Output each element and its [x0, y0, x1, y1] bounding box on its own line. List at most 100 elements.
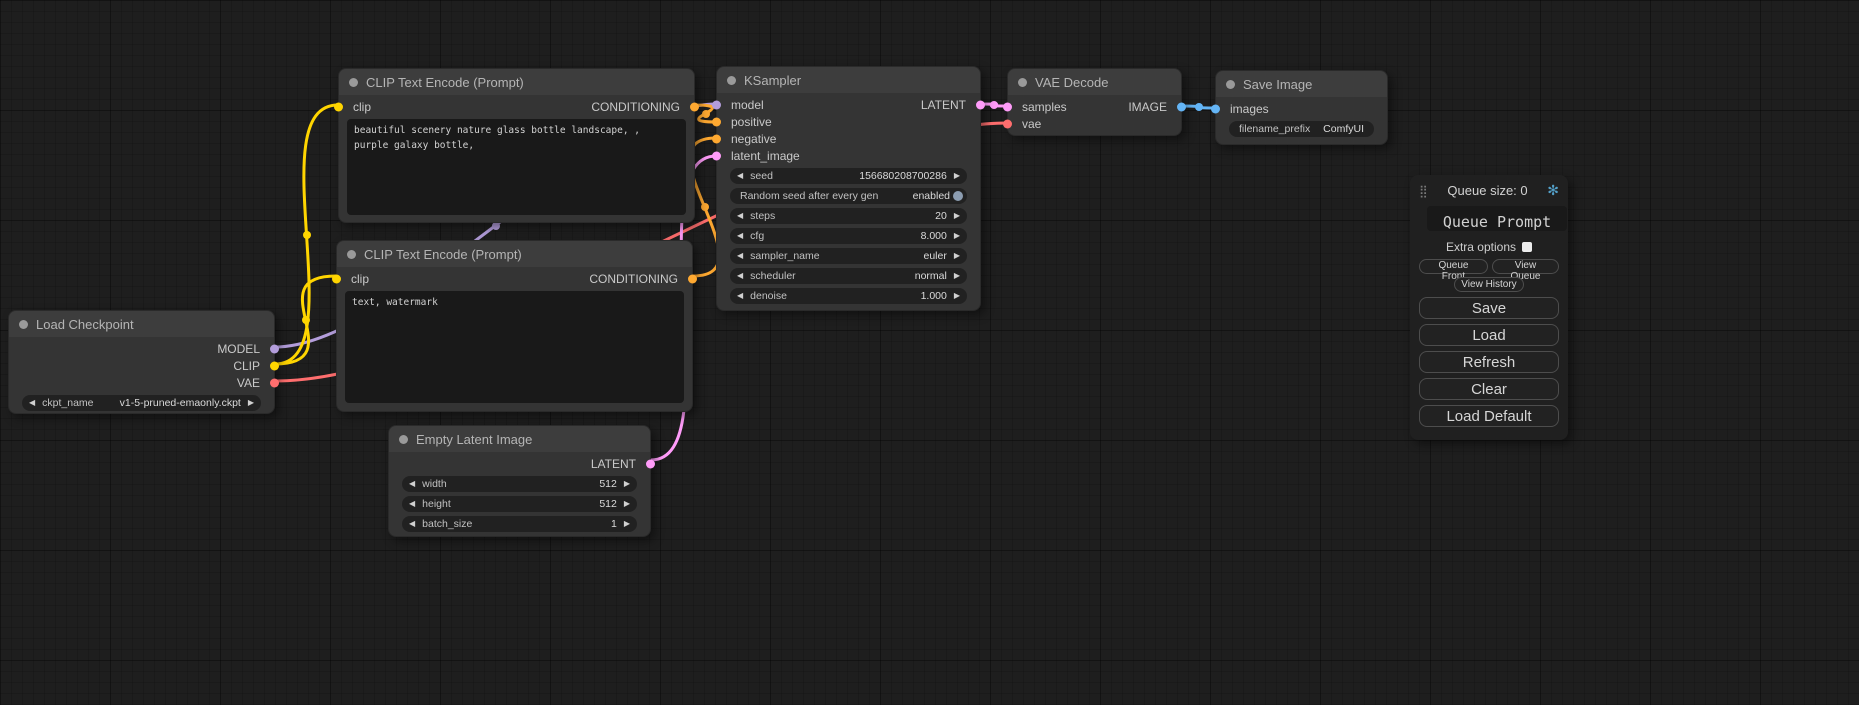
slot-row: latent_image — [717, 147, 980, 164]
increment-arrow-icon[interactable]: ▶ — [624, 520, 630, 528]
input-label-vae: vae — [1022, 117, 1041, 131]
output-slot-conditioning[interactable] — [690, 102, 699, 111]
ckpt-name-widget[interactable]: ◀ ckpt_name v1-5-pruned-emaonly.ckpt ▶ — [22, 395, 261, 411]
node-ksampler[interactable]: KSampler model LATENT positive negative … — [716, 66, 981, 311]
decrement-arrow-icon[interactable]: ◀ — [737, 292, 743, 300]
output-slot-clip[interactable] — [270, 361, 279, 370]
input-slot-images[interactable] — [1211, 104, 1220, 113]
view-history-button[interactable]: View History — [1454, 277, 1523, 292]
slot-row: VAE — [9, 374, 274, 391]
node-vae-decode[interactable]: VAE Decode samples IMAGE vae — [1007, 68, 1182, 136]
input-slot-latent-image[interactable] — [712, 151, 721, 160]
node-title-bar[interactable]: CLIP Text Encode (Prompt) — [337, 241, 692, 267]
node-title-bar[interactable]: KSampler — [717, 67, 980, 93]
node-load-checkpoint[interactable]: Load Checkpoint MODEL CLIP VAE ◀ ckpt_na… — [8, 310, 275, 414]
collapse-dot-icon[interactable] — [347, 250, 356, 259]
queue-buttons-row: Queue Front View Queue — [1419, 259, 1559, 274]
save-button[interactable]: Save — [1419, 297, 1559, 319]
output-label-vae: VAE — [237, 376, 260, 390]
increment-arrow-icon[interactable]: ▶ — [624, 500, 630, 508]
output-slot-model[interactable] — [270, 344, 279, 353]
slot-row: MODEL — [9, 340, 274, 357]
decrement-arrow-icon[interactable]: ◀ — [737, 272, 743, 280]
increment-arrow-icon[interactable]: ▶ — [954, 292, 960, 300]
node-clip-text-encode-positive[interactable]: CLIP Text Encode (Prompt) clip CONDITION… — [338, 68, 695, 223]
node-empty-latent-image[interactable]: Empty Latent Image LATENT ◀ width 512 ▶ … — [388, 425, 651, 537]
output-slot-conditioning[interactable] — [688, 274, 697, 283]
settings-gear-icon[interactable]: ✻ — [1547, 182, 1559, 199]
cfg-widget[interactable]: ◀ cfg 8.000 ▶ — [730, 228, 967, 244]
collapse-dot-icon[interactable] — [727, 76, 736, 85]
refresh-button[interactable]: Refresh — [1419, 351, 1559, 373]
random-seed-toggle-widget[interactable]: Random seed after every gen enabled — [730, 188, 967, 204]
link-midpoint-dot — [1195, 103, 1203, 111]
decrement-arrow-icon[interactable]: ◀ — [409, 520, 415, 528]
decrement-arrow-icon[interactable]: ◀ — [409, 480, 415, 488]
node-title-bar[interactable]: CLIP Text Encode (Prompt) — [339, 69, 694, 95]
node-title-bar[interactable]: Load Checkpoint — [9, 311, 274, 337]
slot-row: samples IMAGE — [1008, 98, 1181, 115]
decrement-arrow-icon[interactable]: ◀ — [409, 500, 415, 508]
collapse-dot-icon[interactable] — [19, 320, 28, 329]
queue-front-button[interactable]: Queue Front — [1419, 259, 1488, 274]
input-slot-samples[interactable] — [1003, 102, 1012, 111]
collapse-dot-icon[interactable] — [399, 435, 408, 444]
node-title-bar[interactable]: Save Image — [1216, 71, 1387, 97]
collapse-dot-icon[interactable] — [1018, 78, 1027, 87]
input-slot-clip[interactable] — [332, 274, 341, 283]
output-slot-vae[interactable] — [270, 378, 279, 387]
extra-options-checkbox[interactable] — [1522, 242, 1532, 252]
sampler-name-widget[interactable]: ◀ sampler_name euler ▶ — [730, 248, 967, 264]
seed-widget[interactable]: ◀ seed 156680208700286 ▶ — [730, 168, 967, 184]
input-slot-clip[interactable] — [334, 102, 343, 111]
widget-value: 8.000 — [921, 230, 947, 242]
scheduler-widget[interactable]: ◀ scheduler normal ▶ — [730, 268, 967, 284]
output-slot-latent[interactable] — [646, 459, 655, 468]
output-slot-latent[interactable] — [976, 100, 985, 109]
input-label-negative: negative — [731, 132, 776, 146]
filename-prefix-widget[interactable]: filename_prefix ComfyUI — [1229, 121, 1374, 137]
node-clip-text-encode-negative[interactable]: CLIP Text Encode (Prompt) clip CONDITION… — [336, 240, 693, 412]
input-slot-negative[interactable] — [712, 134, 721, 143]
denoise-widget[interactable]: ◀ denoise 1.000 ▶ — [730, 288, 967, 304]
batch-size-widget[interactable]: ◀ batch_size 1 ▶ — [402, 516, 637, 532]
decrement-arrow-icon[interactable]: ◀ — [29, 399, 35, 407]
prompt-textarea[interactable]: beautiful scenery nature glass bottle la… — [347, 119, 686, 215]
collapse-dot-icon[interactable] — [1226, 80, 1235, 89]
input-slot-model[interactable] — [712, 100, 721, 109]
increment-arrow-icon[interactable]: ▶ — [248, 399, 254, 407]
increment-arrow-icon[interactable]: ▶ — [954, 232, 960, 240]
prompt-textarea[interactable]: text, watermark — [345, 291, 684, 403]
steps-widget[interactable]: ◀ steps 20 ▶ — [730, 208, 967, 224]
clear-button[interactable]: Clear — [1419, 378, 1559, 400]
decrement-arrow-icon[interactable]: ◀ — [737, 172, 743, 180]
increment-arrow-icon[interactable]: ▶ — [954, 172, 960, 180]
queue-prompt-button[interactable]: Queue Prompt — [1427, 206, 1567, 231]
node-save-image[interactable]: Save Image images filename_prefix ComfyU… — [1215, 70, 1388, 145]
decrement-arrow-icon[interactable]: ◀ — [737, 232, 743, 240]
drag-handle-icon[interactable]: ⣿ — [1419, 184, 1428, 198]
widget-name: scheduler — [750, 270, 796, 282]
view-queue-button[interactable]: View Queue — [1492, 259, 1559, 274]
collapse-dot-icon[interactable] — [349, 78, 358, 87]
slot-row: CLIP — [9, 357, 274, 374]
toggle-knob-icon[interactable] — [953, 191, 963, 201]
slot-row: LATENT — [389, 455, 650, 472]
increment-arrow-icon[interactable]: ▶ — [954, 252, 960, 260]
load-button[interactable]: Load — [1419, 324, 1559, 346]
load-default-button[interactable]: Load Default — [1419, 405, 1559, 427]
increment-arrow-icon[interactable]: ▶ — [954, 212, 960, 220]
node-title-bar[interactable]: VAE Decode — [1008, 69, 1181, 95]
width-widget[interactable]: ◀ width 512 ▶ — [402, 476, 637, 492]
decrement-arrow-icon[interactable]: ◀ — [737, 252, 743, 260]
input-slot-positive[interactable] — [712, 117, 721, 126]
node-title: CLIP Text Encode (Prompt) — [366, 75, 524, 90]
height-widget[interactable]: ◀ height 512 ▶ — [402, 496, 637, 512]
increment-arrow-icon[interactable]: ▶ — [954, 272, 960, 280]
node-title-bar[interactable]: Empty Latent Image — [389, 426, 650, 452]
output-slot-image[interactable] — [1177, 102, 1186, 111]
increment-arrow-icon[interactable]: ▶ — [624, 480, 630, 488]
input-slot-vae[interactable] — [1003, 119, 1012, 128]
decrement-arrow-icon[interactable]: ◀ — [737, 212, 743, 220]
node-title: Save Image — [1243, 77, 1312, 92]
